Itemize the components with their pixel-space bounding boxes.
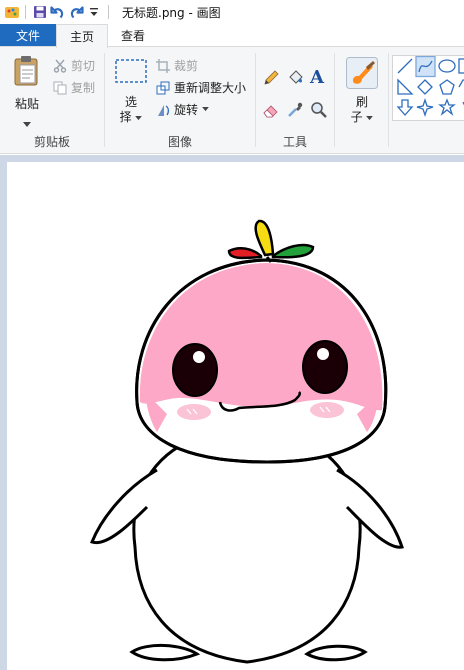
- paste-button[interactable]: 粘贴: [8, 55, 46, 127]
- ribbon: 粘贴 剪切 复制 剪贴板 选择 裁剪 重新调整大小 旋转 图像 A 工具 刷 子: [0, 46, 464, 154]
- shape-pentagon-icon: [439, 79, 455, 95]
- select-icon: [115, 59, 147, 86]
- copy-label: 复制: [71, 81, 96, 95]
- rotate-dropdown-icon[interactable]: [202, 107, 209, 112]
- magnifier-icon[interactable]: [310, 101, 330, 121]
- brushes-dropdown-icon[interactable]: [366, 116, 374, 121]
- resize-icon: [155, 80, 171, 96]
- shape-diamond-icon: [417, 79, 433, 95]
- tab-file[interactable]: 文件: [0, 24, 56, 46]
- copy-icon: [52, 80, 68, 96]
- brush-icon: [346, 57, 378, 92]
- select-dropdown-icon[interactable]: [135, 116, 143, 121]
- title-divider: [108, 5, 109, 19]
- window-title: 无标题.png - 画图: [122, 5, 221, 20]
- title-bar: 无标题.png - 画图: [0, 0, 464, 24]
- save-icon[interactable]: [31, 3, 49, 21]
- shape-line-icon: [397, 58, 413, 74]
- crop-icon: [155, 58, 171, 74]
- customize-quick-access-icon[interactable]: [85, 3, 103, 21]
- rotate-label: 旋转: [174, 103, 199, 117]
- image-group: 选择 裁剪 重新调整大小 旋转 图像: [105, 47, 255, 153]
- ribbon-divider: [388, 53, 389, 147]
- paste-label: 粘贴: [14, 97, 39, 111]
- cut-icon: [52, 58, 68, 74]
- rotate-icon: [155, 102, 171, 118]
- color-picker-icon[interactable]: [286, 101, 306, 121]
- shape-oval-icon: [438, 59, 456, 73]
- ribbon-tabs: 文件 主页 查看: [0, 24, 464, 48]
- brushes-label: 刷子: [343, 95, 381, 125]
- resize-label: 重新调整大小: [174, 81, 247, 95]
- crop-label: 裁剪: [174, 59, 199, 73]
- cartoon-drawing: [90, 219, 404, 664]
- image-group-label: 图像: [167, 135, 192, 149]
- text-icon[interactable]: A: [310, 67, 330, 89]
- fill-icon[interactable]: [286, 69, 306, 89]
- drawing-canvas[interactable]: [7, 162, 464, 670]
- tab-view[interactable]: 查看: [108, 24, 158, 46]
- clipboard-group: 粘贴 剪切 复制 剪贴板: [0, 47, 104, 153]
- select-label: 选择: [111, 95, 151, 125]
- shapes-gallery: [392, 55, 464, 121]
- shape-star5-icon: [438, 98, 456, 116]
- shape-triangle-icon: [397, 78, 414, 95]
- shape-hexagon-icon: [458, 79, 464, 88]
- brushes-group: 刷子: [335, 47, 387, 153]
- shape-arrow-down-icon: [396, 99, 414, 116]
- resize-button[interactable]: 重新调整大小: [155, 79, 246, 96]
- paste-icon: [13, 55, 41, 90]
- shape-star4-icon: [416, 97, 434, 118]
- copy-button[interactable]: 复制: [52, 79, 95, 96]
- cut-label: 剪切: [71, 59, 96, 73]
- workspace: [0, 155, 464, 670]
- brushes-button[interactable]: 刷子: [343, 55, 381, 129]
- cut-button[interactable]: 剪切: [52, 57, 95, 74]
- select-button[interactable]: 选择: [111, 55, 151, 127]
- tools-group: A 工具: [256, 47, 334, 153]
- clipboard-group-label: 剪贴板: [33, 135, 70, 149]
- tab-home[interactable]: 主页: [56, 24, 108, 48]
- quick-access-divider: [25, 5, 26, 19]
- shape-rectangle-icon: [458, 58, 464, 74]
- rotate-button[interactable]: 旋转: [155, 101, 209, 118]
- undo-icon[interactable]: [49, 3, 67, 21]
- paint-app-icon[interactable]: [4, 4, 20, 20]
- eraser-icon[interactable]: [262, 101, 282, 121]
- pencil-icon[interactable]: [262, 69, 282, 89]
- redo-icon[interactable]: [67, 3, 85, 21]
- tools-group-label: 工具: [282, 135, 307, 149]
- crop-button[interactable]: 裁剪: [155, 57, 198, 74]
- paste-dropdown-icon[interactable]: [23, 117, 31, 131]
